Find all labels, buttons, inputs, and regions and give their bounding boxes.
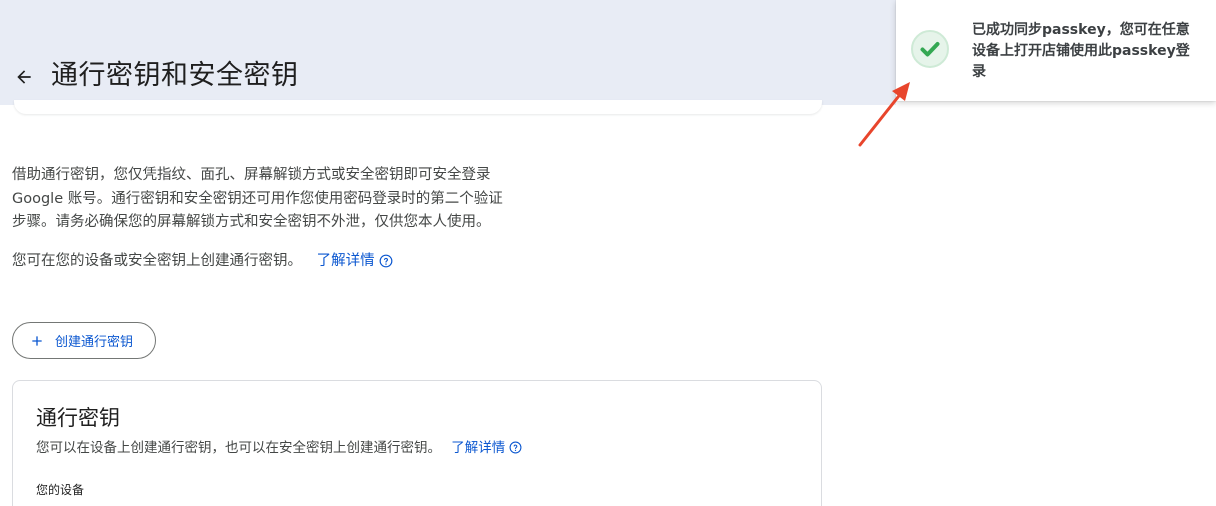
- plus-icon: [29, 333, 45, 349]
- learn-more-link[interactable]: 了解详情: [317, 250, 393, 272]
- help-circle-icon: [379, 254, 393, 268]
- success-toast: 已成功同步passkey，您可在任意设备上打开店铺使用此passkey登录: [896, 0, 1216, 101]
- passkeys-card-title: 通行密钥: [36, 406, 120, 430]
- arrow-left-icon: [14, 67, 34, 87]
- page: 通行密钥和安全密钥 借助通行密钥，您仅凭指纹、面孔、屏幕解锁方式或安全密钥即可安…: [0, 0, 1216, 506]
- card-learn-more-link[interactable]: 了解详情: [451, 438, 523, 458]
- back-button[interactable]: [9, 62, 39, 92]
- create-info-line: 您可在您的设备或安全密钥上创建通行密钥。 了解详情: [12, 250, 393, 272]
- header-card-edge: [14, 100, 822, 114]
- create-info-text: 您可在您的设备或安全密钥上创建通行密钥。: [12, 253, 302, 269]
- card-learn-more-label: 了解详情: [451, 440, 506, 456]
- annotation-arrow-icon: [858, 82, 910, 147]
- your-devices-heading: 您的设备: [36, 483, 85, 497]
- check-circle-icon: [910, 29, 950, 69]
- passkeys-card: 通行密钥 您可以在设备上创建通行密钥，也可以在安全密钥上创建通行密钥。 了解详情…: [12, 380, 822, 506]
- intro-line-2: Google 账号。通行密钥和安全密钥还可用作您使用密码登录时的第二个验证: [12, 190, 503, 207]
- passkeys-card-desc-text: 您可以在设备上创建通行密钥，也可以在安全密钥上创建通行密钥。: [36, 440, 441, 456]
- help-circle-icon: [509, 441, 523, 455]
- create-passkey-label: 创建通行密钥: [55, 335, 134, 350]
- intro-line-3: 步骤。请务必确保您的屏幕解锁方式和安全密钥不外泄，仅供您本人使用。: [12, 214, 491, 230]
- learn-more-label: 了解详情: [316, 253, 375, 269]
- passkeys-card-description: 您可以在设备上创建通行密钥，也可以在安全密钥上创建通行密钥。 了解详情: [36, 438, 523, 458]
- intro-line-1: 借助通行密钥，您仅凭指纹、面孔、屏幕解锁方式或安全密钥即可安全登录: [12, 167, 491, 183]
- create-passkey-button[interactable]: 创建通行密钥: [12, 322, 156, 359]
- page-title: 通行密钥和安全密钥: [51, 60, 299, 91]
- intro-text: 借助通行密钥，您仅凭指纹、面孔、屏幕解锁方式或安全密钥即可安全登录 Google…: [12, 164, 537, 235]
- toast-message: 已成功同步passkey，您可在任意设备上打开店铺使用此passkey登录: [972, 22, 1190, 80]
